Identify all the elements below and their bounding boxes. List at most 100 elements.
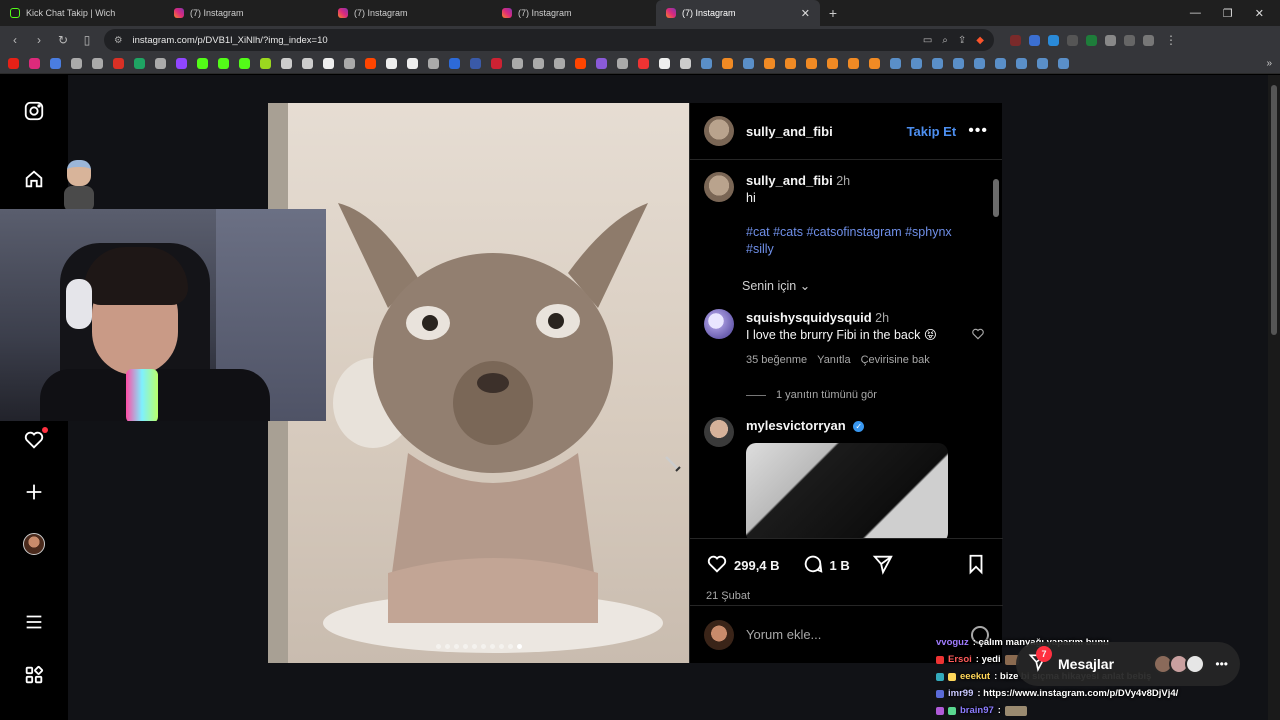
bookmark-steam-icon[interactable] — [701, 58, 712, 69]
page-scrollbar[interactable] — [1268, 75, 1280, 720]
comment-likes[interactable]: 35 beğenme — [746, 352, 807, 369]
bookmark-icon[interactable] — [722, 58, 733, 69]
comment-input[interactable]: Yorum ekle... — [746, 627, 821, 642]
bookmark-icon[interactable] — [596, 58, 607, 69]
instagram-logo-icon[interactable] — [22, 99, 46, 123]
bookmark-icon[interactable] — [470, 58, 481, 69]
messages-button[interactable]: 7 Mesajlar ••• — [1016, 642, 1240, 686]
translate-button[interactable]: Çevirisine bak — [861, 352, 930, 369]
bookmark-steam-icon[interactable] — [743, 58, 754, 69]
bookmark-icon[interactable] — [302, 58, 313, 69]
notifications-heart-icon[interactable] — [22, 427, 48, 452]
more-bookmarks-icon[interactable]: » — [1266, 58, 1272, 69]
site-settings-icon[interactable]: ⚙ — [114, 35, 123, 46]
address-bar[interactable]: ⚙ instagram.com/p/DVB1l_XiNlh/?img_index… — [104, 29, 994, 51]
commenter-username[interactable]: mylesvictorryan — [746, 418, 846, 433]
tab-instagram-2[interactable]: (7) Instagram — [328, 0, 492, 26]
author-avatar[interactable] — [704, 116, 734, 146]
close-window-icon[interactable]: ✕ — [1255, 7, 1264, 20]
bookmark-icon[interactable] — [155, 58, 166, 69]
bookmark-icon[interactable] — [428, 58, 439, 69]
bookmark-youtube-icon[interactable] — [8, 58, 19, 69]
reply-button[interactable]: Yanıtla — [817, 352, 850, 369]
bookmark-icon[interactable] — [50, 58, 61, 69]
reload-icon[interactable]: ↻ — [56, 33, 70, 47]
post-image[interactable] — [268, 103, 689, 663]
create-plus-icon[interactable] — [22, 480, 46, 504]
bookmark-gmail-icon[interactable] — [113, 58, 124, 69]
follow-button[interactable]: Takip Et — [907, 124, 957, 139]
extension-icon[interactable] — [1105, 34, 1116, 46]
extension-icon[interactable] — [1048, 34, 1059, 46]
close-tab-icon[interactable]: ✕ — [801, 7, 810, 20]
also-from-meta-icon[interactable] — [22, 663, 46, 687]
bookmark-steam-icon[interactable] — [974, 58, 985, 69]
zoom-icon[interactable]: ⌕ — [942, 35, 948, 46]
back-icon[interactable]: ‹ — [8, 33, 22, 47]
bookmark-steam-icon[interactable] — [890, 58, 901, 69]
bookmark-reddit-icon[interactable] — [575, 58, 586, 69]
extension-icon[interactable] — [1067, 34, 1078, 46]
bookmark-icon[interactable] — [281, 58, 292, 69]
bookmark-steam-icon[interactable] — [911, 58, 922, 69]
bookmark-steam-icon[interactable] — [953, 58, 964, 69]
new-tab-button[interactable]: + — [820, 5, 846, 21]
bookmark-steam-icon[interactable] — [995, 58, 1006, 69]
bookmark-icon[interactable] — [449, 58, 460, 69]
bookmark-reddit-icon[interactable] — [365, 58, 376, 69]
commenter-avatar[interactable] — [704, 417, 734, 447]
comment-like-heart-icon[interactable] — [971, 327, 985, 341]
bookmark-icon[interactable] — [869, 58, 880, 69]
bookmark-icon[interactable] — [785, 58, 796, 69]
cast-icon[interactable]: ▭ — [923, 35, 932, 46]
extension-icon[interactable] — [1086, 34, 1097, 46]
author-username[interactable]: sully_and_fibi — [746, 124, 833, 139]
comment-gif-image[interactable] — [746, 443, 948, 538]
bookmark-icon[interactable] — [260, 58, 271, 69]
bookmark-kick-icon[interactable] — [218, 58, 229, 69]
bookmark-icon[interactable] — [848, 58, 859, 69]
commenter-avatar[interactable] — [704, 309, 734, 339]
bookmark-icon[interactable] — [71, 58, 82, 69]
caption-author[interactable]: sully_and_fibi — [746, 173, 833, 188]
bookmark-icon[interactable] — [554, 58, 565, 69]
profile-avatar[interactable] — [22, 532, 46, 556]
extension-icon[interactable] — [1124, 34, 1135, 46]
share-icon[interactable]: ⇪ — [958, 35, 966, 46]
tab-instagram-active[interactable]: (7) Instagram ✕ — [656, 0, 820, 26]
bookmark-icon[interactable] — [659, 58, 670, 69]
menu-icon[interactable]: ⋮ — [1164, 33, 1178, 47]
commenter-username[interactable]: squishysquidysquid — [746, 310, 872, 325]
comment-sort-dropdown[interactable]: Senin için ⌄ — [742, 278, 987, 293]
share-send-icon[interactable] — [872, 553, 894, 578]
bookmark-icon[interactable]: ▯ — [80, 33, 94, 47]
bookmark-icon[interactable] — [617, 58, 628, 69]
bookmark-steam-icon[interactable] — [932, 58, 943, 69]
extension-icon[interactable] — [1029, 34, 1040, 46]
more-options-icon[interactable]: ••• — [968, 122, 988, 140]
bookmark-steam-icon[interactable] — [1058, 58, 1069, 69]
bookmark-icon[interactable] — [92, 58, 103, 69]
comment-bubble-icon[interactable] — [802, 553, 824, 578]
caption-author-avatar[interactable] — [704, 172, 734, 202]
bookmark-icon[interactable] — [344, 58, 355, 69]
bookmark-kick-icon[interactable] — [197, 58, 208, 69]
maximize-icon[interactable]: ❐ — [1223, 7, 1233, 20]
bookmark-twitch-icon[interactable] — [176, 58, 187, 69]
view-replies-button[interactable]: 1 yanıtın tümünü gör — [746, 389, 987, 401]
comments-section[interactable]: sully_and_fibi 2h hi #cat #cats #catsofi… — [690, 160, 1003, 538]
comment-count[interactable]: 1 B — [830, 558, 850, 573]
bookmark-icon[interactable] — [638, 58, 649, 69]
bookmark-icon[interactable] — [806, 58, 817, 69]
save-bookmark-icon[interactable] — [965, 553, 987, 578]
bookmark-icon[interactable] — [386, 58, 397, 69]
like-heart-icon[interactable] — [706, 553, 728, 578]
bookmark-x-icon[interactable] — [323, 58, 334, 69]
tab-instagram-1[interactable]: (7) Instagram — [164, 0, 328, 26]
bookmark-icon[interactable] — [491, 58, 502, 69]
minimize-icon[interactable]: — — [1190, 7, 1201, 20]
bookmark-icon[interactable] — [407, 58, 418, 69]
bookmark-instagram-icon[interactable] — [29, 58, 40, 69]
tab-instagram-3[interactable]: (7) Instagram — [492, 0, 656, 26]
bookmark-steam-icon[interactable] — [1037, 58, 1048, 69]
